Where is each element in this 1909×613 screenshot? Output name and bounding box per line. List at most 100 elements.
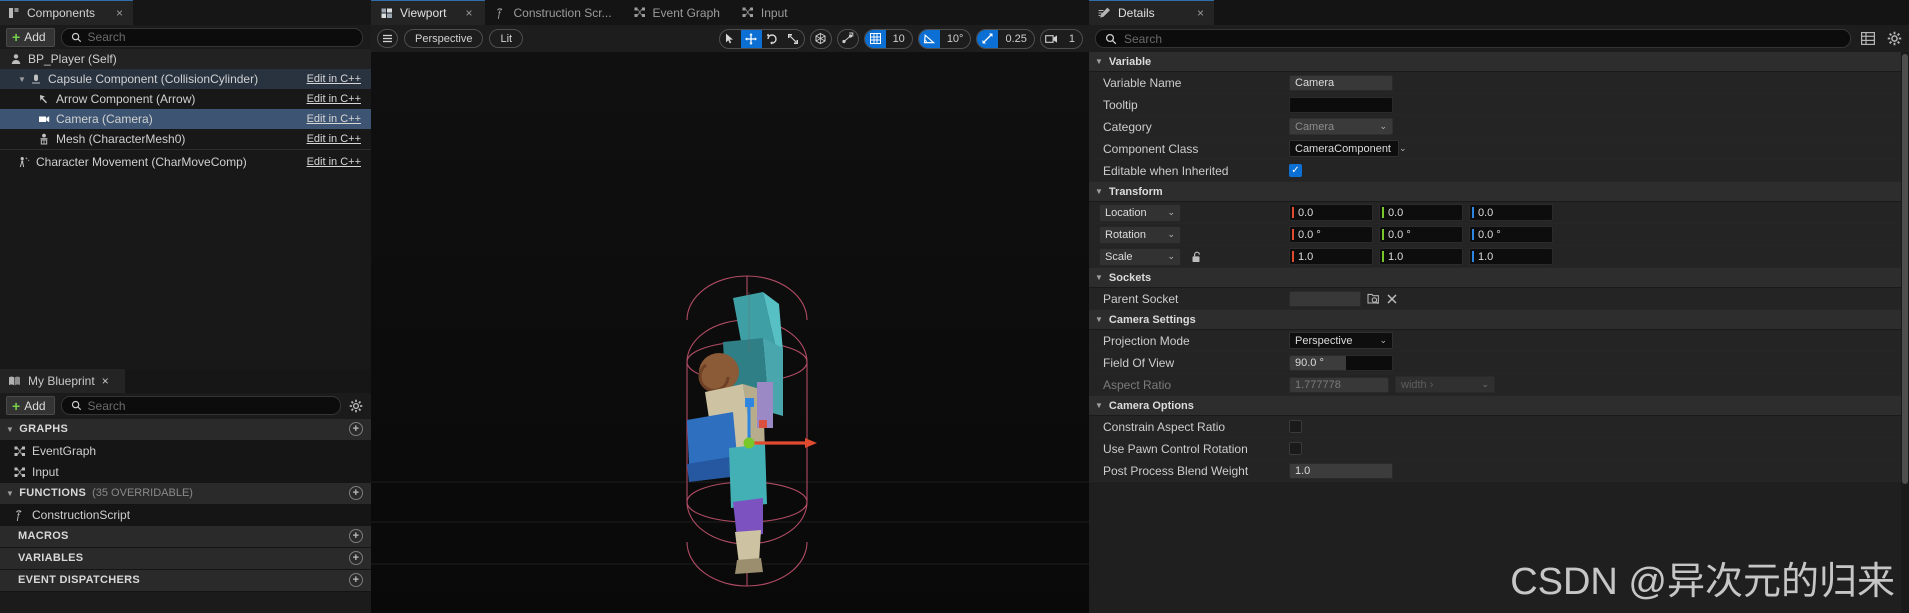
move-gizmo-icon[interactable] [740,29,762,48]
gear-icon[interactable] [1885,30,1903,48]
chevron-down-icon[interactable]: ▼ [1095,187,1103,196]
tree-row[interactable]: Mesh (CharacterMesh0) Edit in C++ [0,129,371,149]
add-graph-button[interactable]: + [349,422,363,436]
rotation-z-input[interactable]: 0.0 ° [1469,226,1553,243]
details-scrollbar[interactable] [1901,52,1909,613]
tree-row-selected[interactable]: Camera (Camera) Edit in C++ [0,109,371,129]
category-header-sockets[interactable]: ▼ Sockets [1089,268,1909,288]
tree-row[interactable]: Arrow Component (Arrow) Edit in C++ [0,89,371,109]
section-header-graphs[interactable]: ▼ GRAPHS + [0,418,371,441]
close-icon[interactable]: × [102,374,109,388]
list-item[interactable]: f ConstructionScript [0,504,371,526]
scale-y-input[interactable]: 1.0 [1379,248,1463,265]
aspect-ratio-unit-combo[interactable]: width › ⌄ [1395,376,1495,393]
section-header-macros[interactable]: MACROS + [0,525,371,548]
chevron-down-icon[interactable]: ▼ [1095,401,1103,410]
chevron-down-icon[interactable]: ▼ [1095,315,1103,324]
tree-row[interactable]: ▼ Capsule Component (CollisionCylinder) … [0,69,371,89]
parent-socket-input[interactable] [1289,290,1361,307]
list-item[interactable]: Input [0,461,371,483]
add-function-button[interactable]: + [349,486,363,500]
hamburger-icon[interactable] [377,29,398,48]
rotation-y-input[interactable]: 0.0 ° [1379,226,1463,243]
rotate-gizmo-icon[interactable] [762,30,783,48]
scale-snap-icon[interactable] [977,29,999,48]
gear-icon[interactable] [347,397,365,415]
section-header-variables[interactable]: VARIABLES + [0,547,371,570]
edit-in-cpp-link[interactable]: Edit in C++ [307,156,361,168]
grid-icon[interactable] [864,29,886,48]
tab-event-graph[interactable]: Event Graph [624,0,732,25]
tab-input[interactable]: Input [732,0,800,25]
chevron-down-icon[interactable]: ▼ [1095,57,1103,66]
tree-row[interactable]: Character Movement (CharMoveComp) Edit i… [0,150,371,174]
viewport-view-mode-button[interactable]: Perspective [404,29,484,48]
scale-z-input[interactable]: 1.0 [1469,248,1553,265]
components-search-input[interactable]: Search [60,27,363,47]
add-macro-button[interactable]: + [349,529,363,543]
variable-name-input[interactable]: Camera [1289,74,1393,91]
tab-construction-script[interactable]: f Construction Scr... [485,0,624,25]
tab-components[interactable]: Components × [0,0,134,25]
post-process-blend-weight-slider[interactable]: 1.0 [1289,462,1393,479]
field-of-view-slider[interactable]: 90.0 ° [1289,354,1393,371]
tab-details[interactable]: Details × [1089,0,1214,25]
select-cursor-icon[interactable] [720,30,741,48]
unlock-icon[interactable] [1189,251,1203,263]
category-combo[interactable]: Camera ⌄ [1289,118,1393,135]
section-header-functions[interactable]: ▼ FUNCTIONS (35 OVERRIDABLE) + [0,482,371,505]
category-header-camera-settings[interactable]: ▼ Camera Settings [1089,310,1909,330]
viewport-shading-mode-button[interactable]: Lit [489,29,524,48]
location-x-input[interactable]: 0.0 [1289,204,1373,221]
angle-icon[interactable] [918,29,940,48]
tab-my-blueprint[interactable]: My Blueprint × [0,368,125,393]
add-variable-button[interactable]: + [349,551,363,565]
details-search-input[interactable]: Search [1095,29,1851,48]
camera-speed-icon[interactable] [1041,30,1062,48]
world-space-icon[interactable] [809,28,832,49]
location-y-input[interactable]: 0.0 [1379,204,1463,221]
tooltip-input[interactable] [1289,96,1393,113]
location-z-input[interactable]: 0.0 [1469,204,1553,221]
my-blueprint-add-button[interactable]: + Add [6,396,55,415]
close-icon[interactable]: × [1179,6,1204,20]
close-icon[interactable]: × [102,6,123,20]
grid-snap-value[interactable]: 10 [886,30,912,48]
viewport-canvas[interactable] [371,52,1089,613]
surface-snap-icon[interactable] [836,28,859,49]
chevron-down-icon[interactable]: ▼ [6,489,14,498]
editable-when-inherited-checkbox[interactable]: ✓ [1289,164,1302,177]
edit-in-cpp-link[interactable]: Edit in C++ [307,133,361,145]
category-header-transform[interactable]: ▼ Transform [1089,182,1909,202]
scale-x-input[interactable]: 1.0 [1289,248,1373,265]
close-icon[interactable]: × [465,6,472,20]
camera-speed-value[interactable]: 1 [1062,30,1082,48]
components-add-button[interactable]: + Add [6,27,55,47]
edit-in-cpp-link[interactable]: Edit in C++ [307,73,361,85]
angle-snap-value[interactable]: 10° [940,30,971,48]
rotation-x-input[interactable]: 0.0 ° [1289,226,1373,243]
details-scrollbar-thumb[interactable] [1902,54,1908,484]
aspect-ratio-input[interactable]: 1.777778 [1289,376,1389,393]
edit-in-cpp-link[interactable]: Edit in C++ [307,113,361,125]
chevron-down-icon[interactable]: ▼ [16,75,28,84]
list-item[interactable]: EventGraph [0,440,371,462]
edit-in-cpp-link[interactable]: Edit in C++ [307,93,361,105]
tree-row[interactable]: BP_Player (Self) [0,49,371,69]
columns-icon[interactable] [1859,30,1877,48]
add-event-dispatcher-button[interactable]: + [349,573,363,587]
category-header-variable[interactable]: ▼ Variable [1089,52,1909,72]
scale-gizmo-icon[interactable] [783,30,804,48]
rotation-mode-dropdown[interactable]: Rotation ⌄ [1099,225,1181,244]
my-blueprint-search-input[interactable]: Search [60,396,341,415]
component-class-combo[interactable]: CameraComponent ⌄ [1289,140,1407,157]
scale-mode-dropdown[interactable]: Scale ⌄ [1099,247,1181,266]
projection-mode-combo[interactable]: Perspective ⌄ [1289,332,1393,349]
chevron-down-icon[interactable]: ▼ [1095,273,1103,282]
section-header-event-dispatchers[interactable]: EVENT DISPATCHERS + [0,569,371,592]
chevron-down-icon[interactable]: ▼ [6,425,14,434]
tab-viewport[interactable]: Viewport × [371,0,485,25]
scale-snap-value[interactable]: 0.25 [998,30,1033,48]
clear-x-icon[interactable] [1386,293,1398,305]
category-header-camera-options[interactable]: ▼ Camera Options [1089,396,1909,416]
